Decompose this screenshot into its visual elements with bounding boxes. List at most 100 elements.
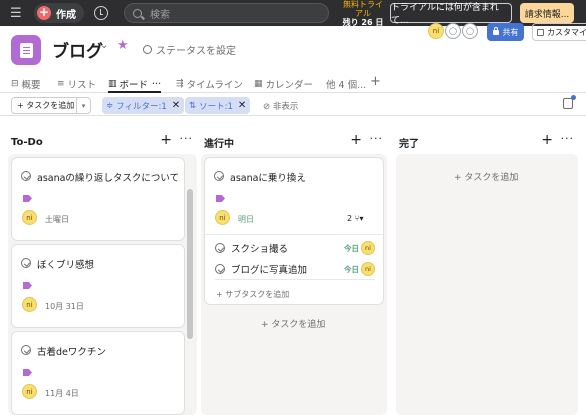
task-card[interactable]: asanaに乗り換え ni 明日 2 ⑂▾ スクショ撮る 今日 ni ブログに写… [204,157,384,305]
close-icon[interactable]: ✕ [238,100,246,111]
more-options-icon[interactable]: ··· [561,132,575,145]
tab-label: タイムライン [186,80,243,91]
avatar[interactable]: ni [428,23,444,39]
assignee-avatar[interactable]: ni [361,241,375,255]
add-task-button[interactable]: + タスクを追加 [454,170,518,183]
billing-button[interactable]: 請求情報... [520,3,574,23]
column-header: To-Do + ··· [8,132,197,149]
lock-icon [492,26,499,35]
subtask-title: ブログに写真追加 [231,265,308,276]
column-todo: To-Do + ··· asanaの繰り返しタスクについて ni 土曜日 ぼくブ… [8,117,197,415]
due-date: 10月 31日 [45,302,84,311]
sort-chip[interactable]: ⇅ ソート:1 ✕ [185,97,251,114]
create-button[interactable]: + 作成 [34,3,84,23]
assignee-avatar[interactable]: ni [22,384,37,399]
tag-icon [23,369,32,376]
tab-overview[interactable]: ⊟ 概要 [11,77,41,91]
subtask-checkbox-icon[interactable] [215,243,225,253]
subtask-icon: ⑂▾ [354,214,364,223]
eye-off-icon: ⊘ [263,102,271,112]
more-options-icon[interactable]: ··· [180,132,194,145]
task-card[interactable]: ぼくブリ感想 ni 10月 31日 [11,244,185,328]
more-options-icon[interactable]: ··· [370,132,384,145]
trial-line-1: 無料トライ [343,0,383,9]
add-task-button[interactable]: + タスクを追加 [261,317,325,330]
set-status-button[interactable]: ステータスを設定 [143,42,236,57]
tag-icon [23,195,32,202]
tab-list[interactable]: ≡ リスト [57,77,96,91]
tab-label: 他 4 個... [326,80,367,91]
complete-checkbox-icon[interactable] [21,345,31,355]
hide-label: 非表示 [272,102,299,112]
assignee-avatar[interactable]: ni [215,210,230,225]
customize-button[interactable]: カスタマイ [532,23,586,41]
add-task-button[interactable]: + タスクを追加 [11,97,77,114]
subtask-row[interactable]: ブログに写真追加 今日 ni [215,260,375,278]
complete-checkbox-icon[interactable] [21,258,31,268]
subtask-due: 今日 [344,243,359,253]
divider [205,234,383,235]
column-done: 完了 + ··· + タスクを追加 [396,117,578,415]
share-button[interactable]: 共有 [487,23,524,41]
notification-icon[interactable] [563,95,576,109]
add-task-icon[interactable]: + [160,132,172,148]
search-icon [133,8,142,18]
clock-icon[interactable] [94,6,108,20]
filter-icon: ≑ [106,100,114,111]
tab-calendar[interactable]: ▦ カレンダー [254,77,313,91]
add-task-dropdown-icon[interactable]: ▾ [77,97,91,114]
task-card[interactable]: asanaの繰り返しタスクについて ni 土曜日 [11,157,185,241]
close-icon[interactable]: ✕ [172,100,180,111]
assignee-avatar[interactable]: ni [22,297,37,312]
subtask-due: 今日 [344,264,359,274]
star-icon[interactable]: ★ [117,38,129,53]
tab-more-icon[interactable]: ··· [152,79,161,90]
column-body [396,154,578,415]
subtask-title: スクショ撮る [231,244,289,255]
tab-label: リスト [67,80,97,91]
add-task-icon[interactable]: + [350,132,362,148]
add-subtask-button[interactable]: + サブタスクを追加 [216,289,289,300]
complete-checkbox-icon[interactable] [214,171,224,181]
divider [215,279,375,280]
sort-label: ソート:1 [199,101,233,112]
filter-label: フィルター:1 [116,101,167,112]
task-card[interactable]: 古着deワクチン ni 11月 4日 [11,331,185,415]
task-title: asanaの繰り返しタスクについて [37,173,180,184]
hide-button[interactable]: ⊘ 非表示 [263,100,298,112]
add-tab-icon[interactable]: + [370,74,381,89]
hamburger-menu-icon[interactable]: ☰ [10,7,24,20]
column-title[interactable]: 進行中 [201,135,234,150]
column-header: 進行中 + ··· [201,132,387,150]
tag-icon [23,282,32,289]
tab-board[interactable]: ▥ ボード ··· [108,77,162,93]
whats-in-trial-button[interactable]: トライアルには何が含まれて... [390,3,512,26]
column-title[interactable]: To-Do [8,137,43,148]
subtask-row[interactable]: スクショ撮る 今日 ni [215,239,375,257]
tab-timeline[interactable]: ⇶ タイムライン [176,77,243,91]
tab-label: カレンダー [265,80,314,91]
assignee-avatar[interactable]: ni [361,262,375,276]
complete-checkbox-icon[interactable] [21,171,31,181]
chevron-down-icon[interactable]: ⌄ [100,40,108,51]
filter-chip[interactable]: ≑ フィルター:1 ✕ [102,97,185,114]
subtask-count-value: 2 [347,214,353,223]
due-date: 土曜日 [45,215,69,224]
column-title[interactable]: 完了 [396,135,419,150]
add-task-icon[interactable]: + [541,132,553,148]
column-header: 完了 + ··· [396,132,578,150]
subtask-checkbox-icon[interactable] [215,264,225,274]
empty-avatar-icon[interactable]: ◯ [445,23,461,39]
column-scrollbar[interactable] [187,189,193,339]
column-in-progress: 進行中 + ··· asanaに乗り換え ni 明日 2 ⑂▾ スクショ撮る 今… [201,117,387,415]
search-input[interactable]: 検索 [124,3,329,23]
list-icon: ≡ [57,79,65,89]
subtask-count[interactable]: 2 ⑂▾ [347,214,363,223]
tab-label: 概要 [21,80,41,91]
empty-avatar-icon[interactable]: ◯ [462,23,478,39]
tab-more[interactable]: 他 4 個... [326,77,366,91]
project-title[interactable]: ブログ [52,37,103,62]
task-title: asanaに乗り換え [230,173,306,184]
assignee-avatar[interactable]: ni [22,210,37,225]
member-avatars[interactable]: ni ◯ ◯ [428,23,479,39]
